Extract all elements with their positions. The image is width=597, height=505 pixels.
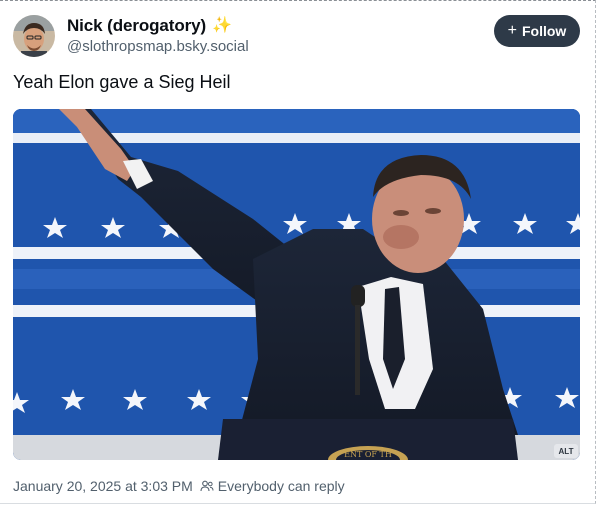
post-text: Yeah Elon gave a Sieg Heil: [13, 72, 231, 92]
reply-setting[interactable]: Everybody can reply: [218, 478, 345, 494]
alt-text-button[interactable]: ALT: [554, 444, 578, 458]
people-icon: [200, 480, 214, 492]
post-image-content: ENT OF TH: [13, 109, 580, 460]
author-handle[interactable]: @slothropsmap.bsky.social: [67, 38, 249, 55]
avatar[interactable]: [13, 15, 55, 57]
follow-button-label: Follow: [522, 23, 567, 39]
plus-icon: +: [507, 22, 517, 39]
follow-button[interactable]: + Follow: [494, 15, 580, 47]
post-meta: January 20, 2025 at 3:03 PM Everybody ca…: [13, 478, 345, 494]
author-name-row[interactable]: Nick (derogatory) ✨: [67, 16, 232, 36]
sparkle-icon: ✨: [212, 17, 232, 34]
post-timestamp[interactable]: January 20, 2025 at 3:03 PM: [13, 478, 193, 494]
post-image[interactable]: ENT OF TH: [13, 109, 580, 460]
podium-seal-text: ENT OF TH: [344, 450, 392, 459]
avatar-photo: [13, 15, 55, 57]
post-card: Nick (derogatory) ✨ @slothropsmap.bsky.s…: [0, 0, 596, 504]
author-display-name[interactable]: Nick (derogatory): [67, 16, 206, 36]
